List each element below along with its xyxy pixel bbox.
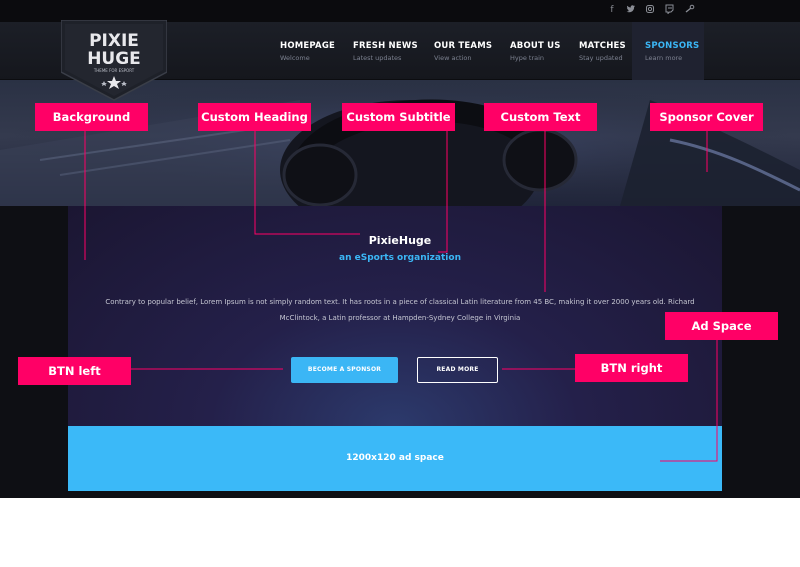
ad-space-label: 1200x120 ad space bbox=[346, 453, 444, 463]
ad-space-banner[interactable]: 1200x120 ad space bbox=[68, 426, 722, 491]
nav-label: OUR TEAMS bbox=[434, 41, 493, 51]
nav-label: HOMEPAGE bbox=[280, 41, 336, 51]
nav-item-fresh-news[interactable]: FRESH NEWS Latest updates bbox=[349, 22, 418, 80]
callout-custom-text: Custom Text bbox=[484, 103, 597, 131]
facebook-icon[interactable]: f bbox=[606, 4, 618, 16]
nav-sub: View action bbox=[434, 54, 472, 62]
callout-custom-subtitle: Custom Subtitle bbox=[342, 103, 455, 131]
nav-label: FRESH NEWS bbox=[353, 41, 418, 51]
instagram-icon[interactable] bbox=[644, 4, 656, 16]
callout-btn-left: BTN left bbox=[18, 357, 131, 385]
callout-ad-space: Ad Space bbox=[665, 312, 778, 340]
nav-label: MATCHES bbox=[579, 41, 626, 51]
logo-line2: HUGE bbox=[87, 49, 141, 69]
nav-sub: Learn more bbox=[645, 54, 683, 62]
nav-label: SPONSORS bbox=[645, 41, 700, 51]
callout-sponsor-cover: Sponsor Cover bbox=[650, 103, 763, 131]
read-more-button[interactable]: READ MORE bbox=[417, 357, 498, 383]
twitch-icon[interactable] bbox=[663, 4, 675, 16]
social-bar: f bbox=[0, 0, 800, 22]
logo-line1: PIXIE bbox=[89, 31, 139, 51]
nav-sub: Stay updated bbox=[579, 54, 623, 62]
callout-background: Background bbox=[35, 103, 148, 131]
nav-item-homepage[interactable]: HOMEPAGE Welcome bbox=[276, 22, 336, 80]
nav-sub: Latest updates bbox=[353, 54, 402, 62]
callout-custom-heading: Custom Heading bbox=[198, 103, 311, 131]
nav-item-our-teams[interactable]: OUR TEAMS View action bbox=[430, 22, 493, 80]
nav-label: ABOUT US bbox=[510, 41, 561, 51]
custom-text: Contrary to popular belief, Lorem Ipsum … bbox=[105, 298, 695, 322]
nav-item-about-us[interactable]: ABOUT US Hype train bbox=[506, 22, 562, 80]
site-logo[interactable]: PIXIE HUGE THEME FOR ESPORT bbox=[60, 19, 168, 102]
sponsor-page: f HOMEPAGE Welcome FRESH NEWS Latest upd… bbox=[0, 0, 800, 567]
steam-icon[interactable] bbox=[684, 4, 696, 16]
nav-item-sponsors[interactable]: SPONSORS Learn more bbox=[632, 22, 704, 80]
callout-btn-right: BTN right bbox=[575, 354, 688, 382]
custom-subtitle: an eSports organization bbox=[339, 253, 461, 263]
custom-heading: PixieHuge bbox=[368, 234, 432, 247]
nav-sub: Hype train bbox=[510, 54, 545, 62]
twitter-icon[interactable] bbox=[625, 4, 637, 16]
nav-sub: Welcome bbox=[280, 54, 310, 62]
become-sponsor-button[interactable]: BECOME A SPONSOR bbox=[291, 357, 398, 383]
logo-tagline: THEME FOR ESPORT bbox=[93, 68, 135, 73]
nav-item-matches[interactable]: MATCHES Stay updated bbox=[575, 22, 631, 80]
